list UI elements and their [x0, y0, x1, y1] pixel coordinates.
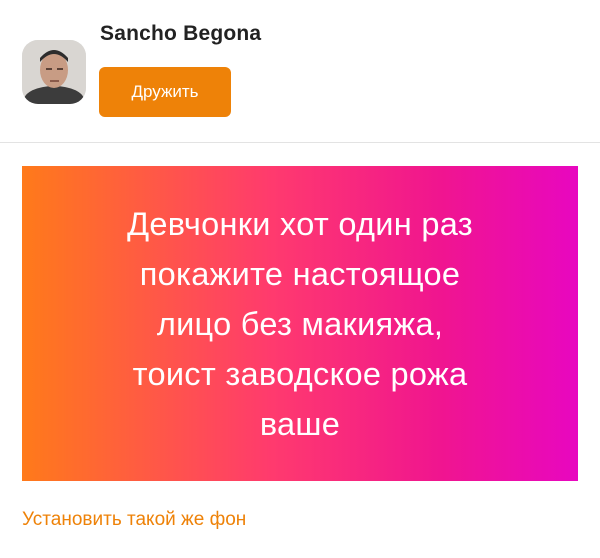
post-card: Девчонки хот один раз покажите настоящое…: [22, 166, 578, 481]
post-text: Девчонки хот один раз покажите настоящое…: [127, 205, 473, 442]
post-page: Sancho Begona Дружить Девчонки хот один …: [0, 0, 600, 558]
add-friend-button[interactable]: Дружить: [99, 67, 231, 117]
post-header: Sancho Begona Дружить: [0, 0, 600, 142]
divider: [0, 142, 600, 143]
author-name[interactable]: Sancho Begona: [100, 22, 261, 46]
user-photo-icon: [22, 40, 86, 104]
avatar[interactable]: [22, 40, 86, 104]
set-background-link[interactable]: Установить такой же фон: [22, 509, 246, 531]
